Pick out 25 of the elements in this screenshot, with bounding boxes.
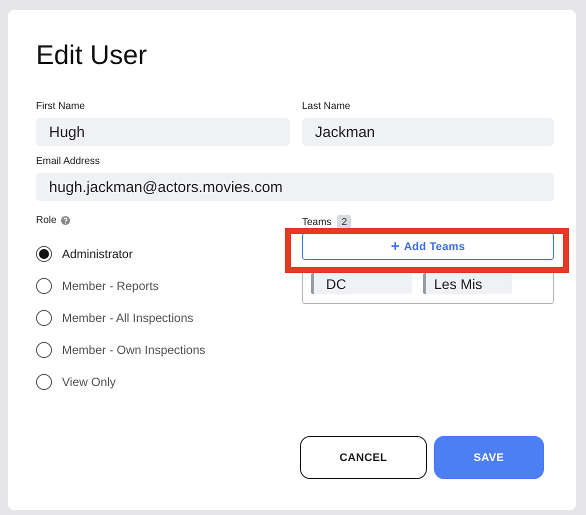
save-button[interactable]: SAVE: [434, 436, 544, 479]
radio-button[interactable]: [36, 374, 52, 390]
field-label: Email Address: [36, 156, 101, 167]
input-field[interactable]: hugh.jackman@actors.movies.com: [36, 173, 554, 201]
add-teams-button[interactable]: + Add Teams: [302, 233, 554, 260]
radio-label[interactable]: Member - Own Inspections: [62, 343, 206, 357]
input-field[interactable]: Jackman: [302, 118, 554, 146]
role-label: Role: [36, 215, 57, 226]
team-tag[interactable]: Les Mis: [423, 273, 512, 294]
radio-button[interactable]: [36, 246, 52, 262]
radio-button[interactable]: [36, 278, 52, 294]
field-label: First Name: [36, 101, 86, 112]
teams-label: Teams: [302, 217, 332, 228]
radio-label[interactable]: Member - All Inspections: [62, 311, 194, 325]
team-tag[interactable]: DC: [311, 273, 412, 294]
cancel-button[interactable]: CANCEL: [300, 436, 427, 479]
input-field[interactable]: Hugh: [36, 118, 290, 146]
dialog-title: Edit User: [36, 40, 148, 71]
radio-button[interactable]: [36, 342, 52, 358]
radio-button[interactable]: [36, 310, 52, 326]
help-icon[interactable]: [60, 216, 70, 225]
field-label: Last Name: [302, 101, 352, 112]
radio-label[interactable]: View Only: [62, 375, 116, 389]
radio-label[interactable]: Administrator: [62, 247, 133, 261]
radio-label[interactable]: Member - Reports: [62, 279, 159, 293]
